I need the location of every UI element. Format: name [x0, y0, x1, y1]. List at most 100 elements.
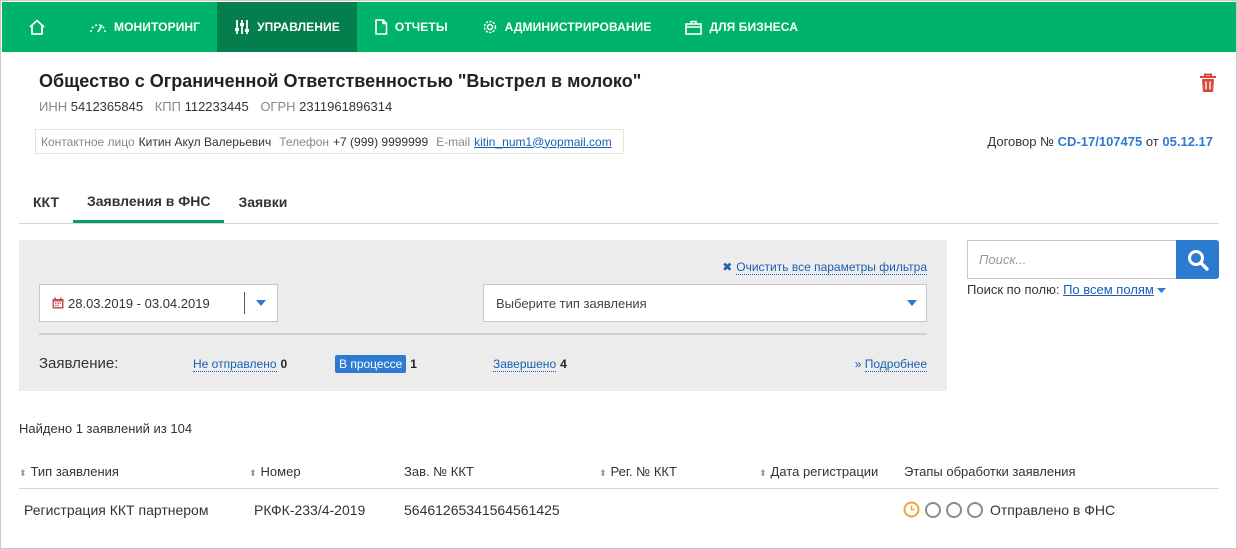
filter-divider [39, 333, 927, 335]
sort-icon: ⬍ [249, 468, 257, 478]
column-header-reg-number[interactable]: ⬍ Рег. № ККТ [599, 464, 677, 479]
search-icon [1187, 249, 1209, 271]
delete-button[interactable] [1199, 73, 1221, 95]
column-label: Зав. № ККТ [404, 464, 474, 479]
home-icon [29, 19, 45, 35]
contract-prefix: Договор № [987, 134, 1055, 149]
sort-icon: ⬍ [599, 468, 607, 478]
stage-status-text: Отправлено в ФНС [990, 501, 1116, 518]
column-header-stages: Этапы обработки заявления [904, 464, 1076, 479]
contact-info: Контактное лицо Китин Акул Валерьевич Те… [35, 129, 624, 154]
briefcase-icon [685, 20, 703, 35]
gauge-icon [90, 24, 106, 33]
status-in-progress-badge: В процессе [335, 355, 407, 373]
contact-person-value: Китин Акул Валерьевич [138, 134, 272, 149]
search-field-label: Поиск по полю: [967, 282, 1060, 297]
column-header-number[interactable]: ⬍ Номер [249, 464, 301, 479]
inn-value: 5412365845 [70, 99, 144, 114]
contract-number: CD-17/107475 [1057, 134, 1143, 149]
organization-requisites: ИНН 5412365845 КПП 112233445 ОГРН 231196… [39, 99, 400, 114]
app-frame: МОНИТОРИНГ УПРАВЛЕНИЕ ОТЧЕТЫ АДМИНИСТРИР… [0, 0, 1237, 549]
nav-item-business[interactable]: ДЛЯ БИЗНЕСА [668, 2, 815, 52]
tab-fns-applications[interactable]: Заявления в ФНС [73, 181, 225, 223]
email-label: E-mail [436, 134, 471, 149]
nav-item-monitoring[interactable]: МОНИТОРИНГ [72, 2, 217, 52]
column-label: Дата регистрации [770, 464, 879, 479]
application-type-placeholder: Выберите тип заявления [496, 295, 647, 311]
filter-panel: ✖ Очистить все параметры фильтра 28.03.20… [19, 240, 947, 391]
chevron-down-icon[interactable] [245, 300, 277, 306]
contract-date: 05.12.17 [1162, 134, 1213, 149]
nav-item-label: МОНИТОРИНГ [114, 20, 201, 34]
status-completed[interactable]: Завершено 4 [493, 357, 567, 372]
calendar-icon [52, 297, 64, 309]
home-button[interactable] [2, 2, 72, 52]
search-button[interactable] [1176, 240, 1219, 279]
tab-kkt[interactable]: ККТ [19, 181, 73, 223]
tab-bar: ККТ Заявления в ФНС Заявки [19, 181, 1219, 224]
search-input[interactable] [967, 240, 1177, 279]
table-header: ⬍ Тип заявления ⬍ Номер Зав. № ККТ ⬍ Рег. №… [19, 457, 1219, 489]
chevron-down-icon [898, 300, 926, 306]
phone-value: +7 (999) 9999999 [333, 134, 429, 149]
nav-item-management[interactable]: УПРАВЛЕНИЕ [217, 2, 357, 52]
ogrn-value: 2311961896314 [299, 99, 393, 114]
contract-info: Договор № CD-17/107475 от 05.12.17 [987, 134, 1213, 149]
status-not-sent[interactable]: Не отправлено 0 [193, 357, 288, 372]
double-chevron-down-icon: » [854, 357, 862, 371]
stage-circle-icon [946, 501, 962, 518]
date-range-value: 28.03.2019 - 03.04.2019 [68, 295, 210, 311]
status-not-sent-count: 0 [280, 357, 288, 371]
document-icon [375, 19, 388, 35]
trash-icon [1200, 73, 1216, 92]
column-header-reg-date[interactable]: ⬍ Дата регистрации [759, 464, 878, 479]
search-field-dropdown[interactable]: По всем полям [1063, 282, 1154, 297]
phone-label: Телефон [279, 134, 330, 149]
email-link[interactable]: kitin_num1@yopmail.com [474, 135, 612, 149]
nav-item-label: ДЛЯ БИЗНЕСА [709, 20, 798, 34]
processing-stages: Отправлено в ФНС [903, 501, 1115, 518]
application-type-select[interactable]: Выберите тип заявления [483, 284, 927, 322]
more-filters-label: Подробнее [864, 357, 927, 372]
clear-filters-link[interactable]: ✖ Очистить все параметры фильтра [722, 260, 927, 275]
organization-title: Общество с Ограниченной Ответственностью… [39, 71, 642, 91]
nav-item-label: АДМИНИСТРИРОВАНИЕ [504, 20, 652, 34]
cell-serial: 56461265341564561425 [404, 502, 560, 518]
top-navigation: МОНИТОРИНГ УПРАВЛЕНИЕ ОТЧЕТЫ АДМИНИСТРИР… [2, 2, 1236, 52]
column-label: Тип заявления [30, 464, 119, 479]
nav-item-label: ОТЧЕТЫ [394, 20, 448, 34]
search-field-selector: Поиск по полю: По всем полям [967, 282, 1167, 297]
status-label: Заявление: [39, 355, 119, 372]
ogrn-label: ОГРН [260, 99, 296, 114]
status-completed-count: 4 [560, 357, 567, 371]
close-icon: ✖ [722, 260, 733, 274]
contact-person-label: Контактное лицо [41, 134, 135, 149]
column-label: Номер [260, 464, 301, 479]
tab-requests[interactable]: Заявки [224, 181, 301, 223]
sort-icon: ⬍ [19, 468, 27, 478]
gear-icon [483, 20, 496, 34]
cell-type: Регистрация ККТ партнером [24, 502, 209, 518]
sliders-icon [235, 20, 250, 34]
column-header-serial: Зав. № ККТ [404, 464, 474, 479]
kpp-label: КПП [154, 99, 181, 114]
more-filters-link[interactable]: » Подробнее [854, 357, 927, 372]
status-in-progress[interactable]: В процессе 1 [335, 355, 417, 373]
column-label: Рег. № ККТ [610, 464, 677, 479]
nav-item-administration[interactable]: АДМИНИСТРИРОВАНИЕ [465, 2, 669, 52]
clear-filters-label: Очистить все параметры фильтра [736, 260, 927, 275]
chevron-down-icon[interactable] [1157, 287, 1167, 294]
inn-label: ИНН [39, 99, 68, 114]
stage-circle-icon [925, 501, 941, 518]
nav-item-reports[interactable]: ОТЧЕТЫ [357, 2, 465, 52]
status-in-progress-count: 1 [410, 357, 417, 371]
status-completed-label: Завершено [493, 357, 557, 372]
kpp-value: 112233445 [184, 99, 249, 114]
table-row[interactable]: Регистрация ККТ партнером РКФК-233/4-201… [19, 489, 1219, 531]
clock-icon [903, 501, 920, 518]
sort-icon: ⬍ [759, 468, 767, 478]
results-count: Найдено 1 заявлений из 104 [19, 421, 193, 436]
status-not-sent-label: Не отправлено [193, 357, 277, 372]
column-header-type[interactable]: ⬍ Тип заявления [19, 464, 119, 479]
date-range-picker[interactable]: 28.03.2019 - 03.04.2019 [39, 284, 278, 322]
